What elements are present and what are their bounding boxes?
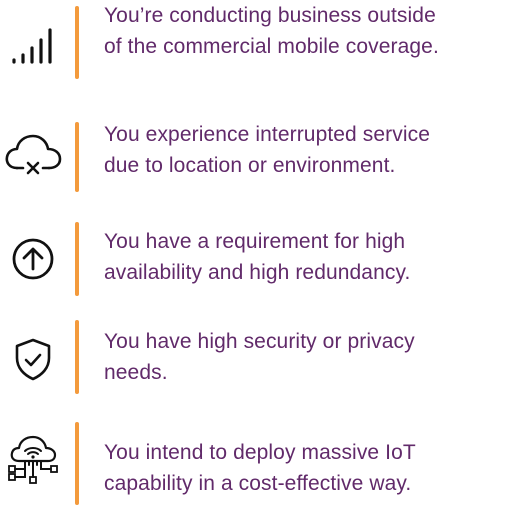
item-text-line: availability and high redundancy. — [104, 261, 411, 284]
accent-divider — [75, 320, 79, 394]
cloud-offline-icon — [0, 122, 66, 188]
item-text: You experience interrupted service due t… — [104, 119, 511, 181]
iot-cloud-network-icon — [0, 426, 66, 492]
accent-divider — [75, 222, 79, 296]
list-item: You have a requirement for high availabi… — [0, 218, 517, 308]
item-text-line: You have high security or privacy — [104, 330, 415, 353]
item-text-line: You have a requirement for high — [104, 230, 406, 253]
item-text-line: capability in a cost-effective way. — [104, 472, 412, 495]
item-text: You intend to deploy massive IoT capabil… — [104, 437, 511, 499]
arrow-up-circle-icon — [0, 226, 66, 292]
list-item: You intend to deploy massive IoT capabil… — [0, 418, 517, 508]
item-text: You have high security or privacy needs. — [104, 326, 511, 388]
item-text-line: You experience interrupted service — [104, 123, 430, 146]
item-text-line: of the commercial mobile coverage. — [104, 35, 439, 58]
item-text-line: due to location or environment. — [104, 154, 396, 177]
accent-divider — [75, 6, 79, 79]
item-text-line: You intend to deploy massive IoT — [104, 441, 416, 464]
accent-divider — [75, 422, 79, 505]
item-text: You have a requirement for high availabi… — [104, 226, 511, 288]
signal-bars-icon — [0, 10, 66, 76]
list-item: You experience interrupted service due t… — [0, 112, 517, 202]
item-text-line: needs. — [104, 361, 168, 384]
item-text-line: You’re conducting business outside — [104, 4, 436, 27]
reasons-list: You’re conducting business outside of th… — [0, 0, 517, 505]
shield-check-icon — [0, 326, 66, 392]
item-text: You’re conducting business outside of th… — [104, 0, 511, 62]
accent-divider — [75, 122, 79, 192]
list-item: You’re conducting business outside of th… — [0, 0, 517, 90]
list-item: You have high security or privacy needs. — [0, 320, 517, 410]
